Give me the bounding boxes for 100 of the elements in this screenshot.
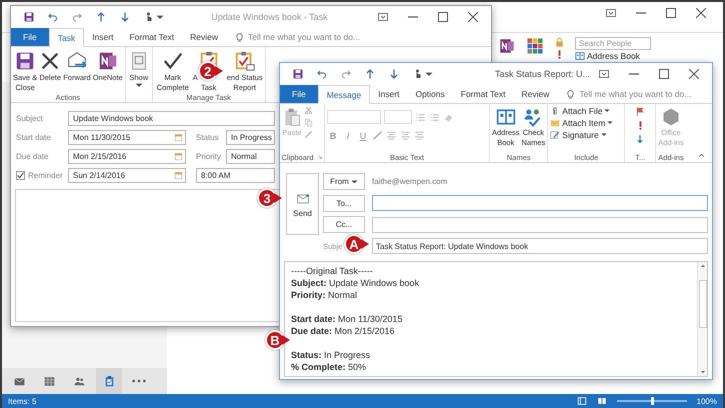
message-text-line: Priority: Normal	[291, 288, 358, 300]
ribbon-options-icon	[606, 9, 616, 17]
reminder-date-field[interactable]: Sun 2/14/2016	[68, 168, 186, 183]
send-button[interactable]: Send	[286, 173, 319, 235]
tasks-nav-button[interactable]	[96, 368, 122, 394]
attach-item-button[interactable]: Attach Item	[550, 118, 614, 128]
maximize-icon	[659, 69, 669, 79]
search-people-field[interactable]: Search People	[575, 37, 651, 50]
address-book-link[interactable]: Address Book	[587, 51, 640, 61]
status-dropdown[interactable]: In Progress	[226, 130, 275, 145]
zoom-level: 100%	[696, 396, 717, 406]
maximize-button[interactable]	[663, 6, 679, 20]
list-icon	[429, 112, 440, 122]
file-tab[interactable]: File	[11, 28, 49, 46]
ribbon-options-button[interactable]	[596, 67, 612, 81]
more-dots-icon	[131, 379, 147, 383]
minimize-icon	[636, 12, 646, 14]
lock-icon	[554, 37, 565, 48]
save-icon	[23, 11, 35, 23]
ribbon-tab[interactable]: Task	[48, 28, 84, 47]
from-button[interactable]: From	[323, 173, 365, 190]
maximize-button[interactable]	[435, 10, 451, 24]
file-tab[interactable]: File	[280, 85, 318, 103]
ribbon-tab[interactable]: Message	[318, 85, 370, 104]
ribbon-tab[interactable]: Format Text	[121, 28, 182, 46]
scissors-icon	[304, 106, 313, 115]
redo-button[interactable]	[340, 68, 352, 80]
attach-file-button[interactable]: Attach File	[550, 106, 614, 116]
message-text-line: Due date: Mon 2/15/2016	[291, 324, 396, 336]
maximize-icon	[666, 8, 676, 18]
callout-pointer	[282, 335, 290, 345]
calendar-icon	[174, 133, 183, 142]
ribbon-tab[interactable]: Insert	[84, 28, 122, 46]
callout-pointer	[274, 193, 282, 203]
next-item-button[interactable]	[119, 11, 131, 23]
subject-field[interactable]: Update Windows book	[68, 111, 275, 126]
previous-item-button[interactable]	[364, 68, 376, 80]
up-arrow-icon	[95, 11, 107, 23]
list-icon	[415, 112, 426, 122]
cc-button[interactable]: Cc...	[323, 216, 365, 233]
tell-me-field[interactable]: Tell me what you want to do...	[579, 89, 692, 99]
close-icon	[696, 8, 706, 18]
save-icon	[14, 50, 36, 72]
save-button[interactable]	[23, 11, 35, 23]
ribbon-options-icon	[378, 13, 388, 21]
reminder-time-dropdown[interactable]: 8:00 AM	[196, 168, 275, 183]
close-icon	[689, 69, 699, 79]
ribbon-options-button[interactable]	[375, 10, 391, 24]
address-book-icon	[496, 107, 516, 127]
caret-icon	[604, 109, 610, 113]
zoom-thumb[interactable]	[650, 397, 654, 405]
maximize-button[interactable]	[656, 67, 672, 81]
people-icon	[72, 374, 86, 388]
tell-me-field[interactable]: Tell me what you want to do...	[248, 32, 360, 42]
next-item-button[interactable]	[388, 68, 400, 80]
message-text-line: -----Original Task-----	[291, 264, 374, 276]
lightbulb-icon	[565, 88, 576, 100]
message-text-line: % Complete: 50%	[291, 360, 368, 372]
ribbon-tab[interactable]: Format Text	[452, 85, 514, 103]
close-button[interactable]	[693, 6, 709, 20]
previous-item-button[interactable]	[95, 11, 107, 23]
save-button[interactable]	[292, 68, 304, 80]
undo-button[interactable]	[47, 11, 59, 23]
hexagon-icon	[661, 107, 681, 127]
lightbulb-icon	[234, 32, 246, 42]
to-field[interactable]	[372, 195, 708, 211]
calendar-icon	[174, 152, 183, 161]
close-button[interactable]	[686, 67, 702, 81]
caret-icon	[350, 180, 358, 184]
reminder-label: Reminder	[28, 171, 63, 180]
to-button[interactable]: To...	[323, 194, 365, 212]
ribbon-tab[interactable]: Insert	[370, 85, 408, 103]
ribbon-tab[interactable]: Review	[513, 85, 558, 103]
align-icon	[414, 130, 425, 141]
align-icon	[400, 130, 411, 141]
ribbon-options-button[interactable]	[603, 6, 619, 20]
ribbon-tab[interactable]: Review	[182, 28, 226, 46]
start-date-field[interactable]: Mon 11/30/2015	[68, 130, 186, 145]
reminder-checkbox[interactable]	[16, 171, 25, 180]
clipboard-check-icon	[234, 50, 256, 72]
page-view-icon	[596, 396, 607, 406]
calendar-grid-icon	[42, 374, 56, 388]
expand-icon	[316, 154, 323, 160]
cc-field[interactable]	[372, 216, 708, 232]
callout-pointer	[214, 66, 223, 76]
subject-field[interactable]: Task Status Report: Update Windows book	[372, 238, 708, 254]
priority-dropdown[interactable]: Normal	[226, 149, 275, 164]
ribbon-tab[interactable]: Options	[407, 85, 453, 103]
brush-icon	[304, 130, 313, 139]
due-date-field[interactable]: Mon 2/15/2016	[68, 149, 186, 164]
callout-pointer	[361, 239, 369, 249]
scrollbar[interactable]	[697, 262, 707, 376]
close-button[interactable]	[465, 10, 481, 24]
undo-button[interactable]	[316, 68, 328, 80]
redo-button[interactable]	[71, 11, 83, 23]
down-arrow-icon	[635, 134, 646, 144]
notebook-icon	[498, 37, 516, 55]
minimize-icon	[629, 73, 639, 75]
envelope-icon	[550, 118, 560, 128]
signature-button[interactable]: Signature	[550, 130, 614, 140]
